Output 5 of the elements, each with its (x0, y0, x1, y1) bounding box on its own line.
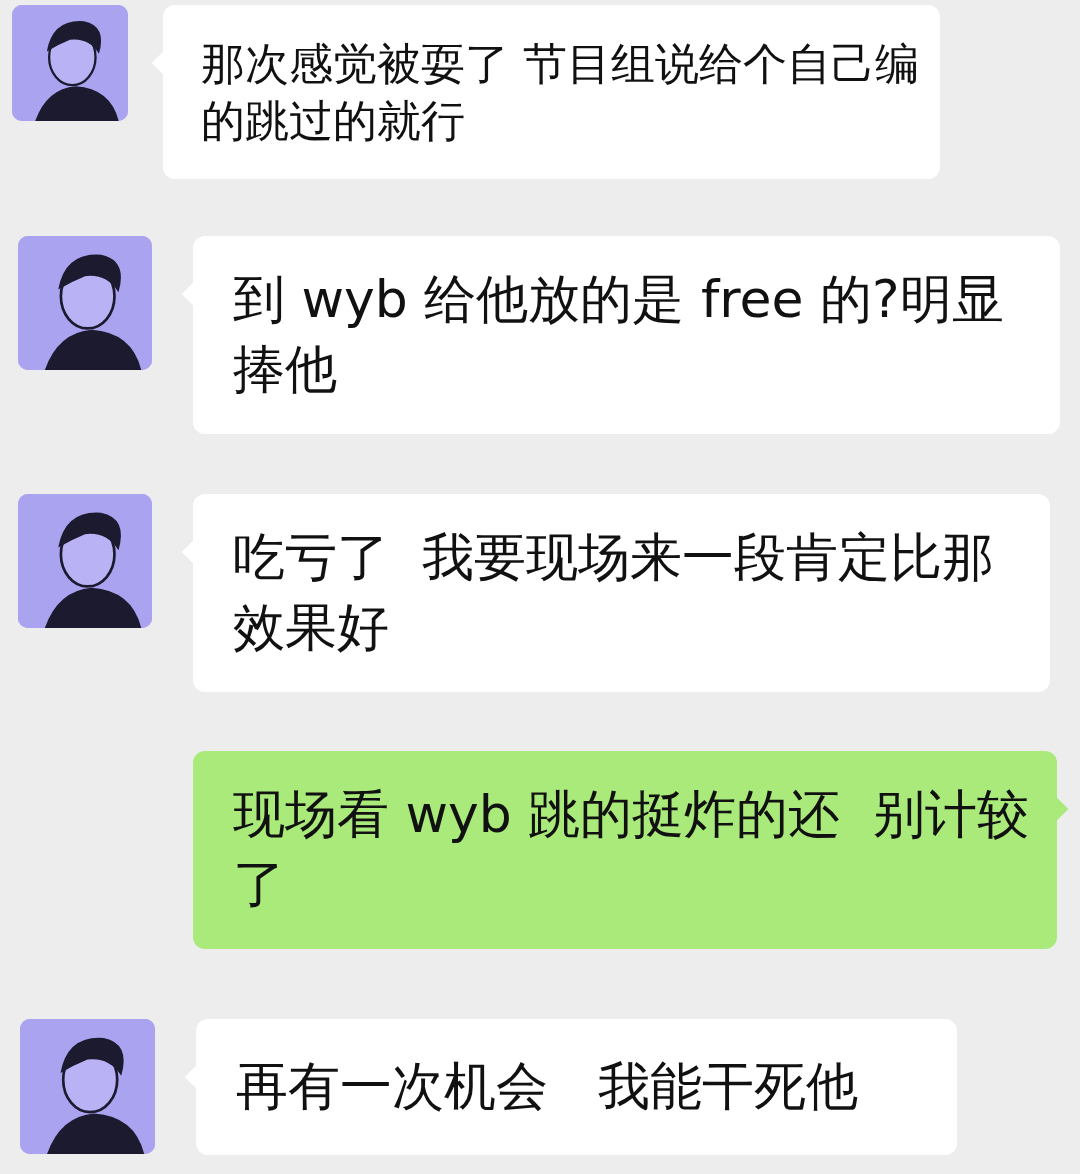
chat-bubble: 到 wyb 给他放的是 free 的?明显捧他 (193, 236, 1060, 434)
chat-bubble: 现场看 wyb 跳的挺炸的还 别计较了 (193, 751, 1057, 949)
chat-bubble: 那次感觉被耍了 节目组说给个自己编的跳过的就行 (163, 5, 940, 179)
chat-bubble: 再有一次机会 我能干死他 (196, 1019, 957, 1155)
chat-bubble: 吃亏了 我要现场来一段肯定比那效果好 (193, 494, 1050, 692)
